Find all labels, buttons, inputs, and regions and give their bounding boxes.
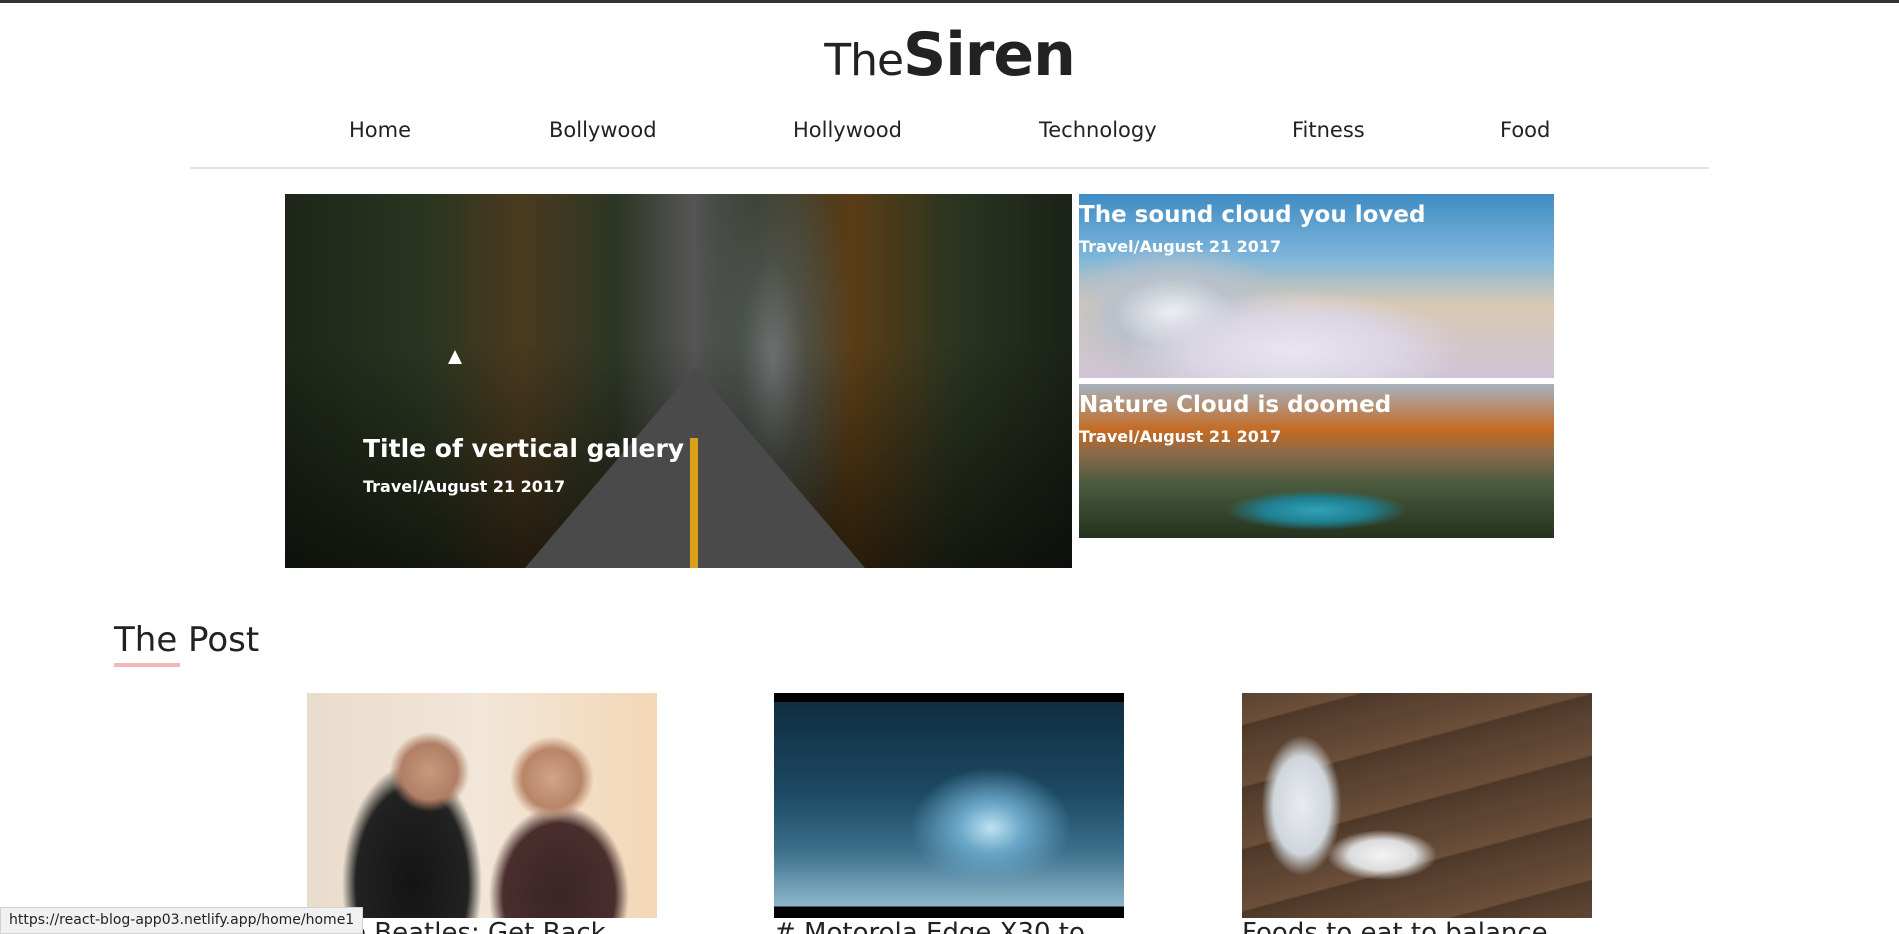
nav-item-fitness[interactable]: Fitness xyxy=(1292,118,1365,142)
post-card-image-2[interactable] xyxy=(774,693,1124,918)
nav-divider xyxy=(190,167,1709,169)
nav-item-food[interactable]: Food xyxy=(1500,118,1550,142)
hero-main-title: Title of vertical gallery xyxy=(363,434,685,463)
logo-name: Siren xyxy=(903,20,1076,90)
nav-item-hollywood[interactable]: Hollywood xyxy=(793,118,902,142)
post-card-title-2[interactable]: # Motorola Edge X30 to xyxy=(774,918,1104,934)
hero-side-title-2: Nature Cloud is doomed xyxy=(1079,392,1392,418)
status-bar-url: https://react-blog-app03.netlify.app/hom… xyxy=(0,907,364,934)
hero-side-card-1[interactable]: The sound cloud you loved Travel/August … xyxy=(1079,194,1554,378)
section-title-underline xyxy=(114,663,180,667)
nav-item-technology[interactable]: Technology xyxy=(1039,118,1157,142)
hero-side-caption-2: Nature Cloud is doomed Travel/August 21 … xyxy=(1079,392,1391,446)
main-nav: Home Bollywood Hollywood Technology Fitn… xyxy=(0,118,1899,148)
hero-side-title-1: The sound cloud you loved xyxy=(1079,202,1426,228)
pointer-cursor-icon xyxy=(448,350,462,364)
logo-prefix: The xyxy=(824,35,904,86)
hero-side-meta-2: Travel/August 21 2017 xyxy=(1079,427,1282,446)
hero-main-meta: Travel/August 21 2017 xyxy=(363,477,566,496)
hero-main-card[interactable]: Title of vertical gallery Travel/August … xyxy=(285,194,1072,568)
hero-lane-marking xyxy=(690,438,698,568)
post-card-image-1[interactable] xyxy=(307,693,657,918)
post-card-title-3[interactable]: Foods to eat to balance xyxy=(1242,918,1562,934)
post-card-title-1[interactable]: e Beatles: Get Back xyxy=(350,918,660,934)
nav-item-bollywood[interactable]: Bollywood xyxy=(549,118,657,142)
hero-main-caption: Title of vertical gallery Travel/August … xyxy=(363,434,684,496)
hero-side-card-2[interactable]: Nature Cloud is doomed Travel/August 21 … xyxy=(1079,384,1554,538)
nav-item-home[interactable]: Home xyxy=(349,118,411,142)
hero-side-caption-1: The sound cloud you loved Travel/August … xyxy=(1079,202,1425,256)
site-logo[interactable]: TheSiren xyxy=(0,20,1899,90)
section-title: The Post xyxy=(114,620,260,660)
window-top-border xyxy=(0,0,1899,3)
hero-side-meta-1: Travel/August 21 2017 xyxy=(1079,237,1282,256)
post-card-image-3[interactable] xyxy=(1242,693,1592,918)
